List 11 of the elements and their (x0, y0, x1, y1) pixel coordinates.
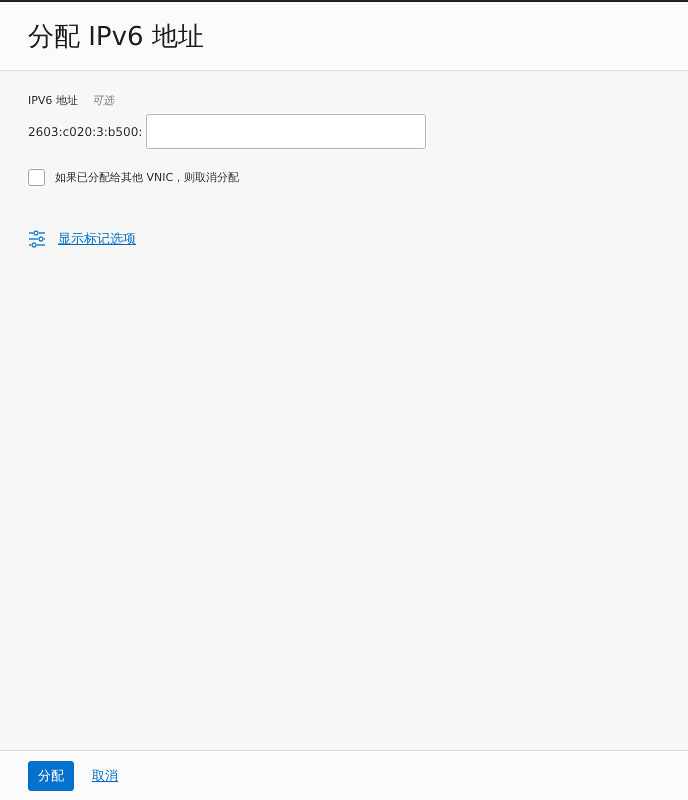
optional-hint: 可选 (92, 93, 114, 108)
input-field[interactable] (146, 114, 426, 149)
show-tags-link[interactable]: 显示标记选项 (58, 230, 136, 248)
sliders-icon (28, 230, 46, 248)
assign-button[interactable]: 分配 (28, 760, 74, 790)
dialog-title: 分配 IPv6 地址 (28, 20, 204, 54)
field-label: IPV6 地址 (28, 93, 78, 108)
address-prefix: 2603:c020:3:b500: (28, 124, 142, 138)
cancel-link[interactable]: 取消 (92, 766, 118, 784)
checkbox-label: 如果已分配给其他 VNIC，则取消分配 (55, 170, 240, 185)
checkbox[interactable] (28, 169, 45, 186)
